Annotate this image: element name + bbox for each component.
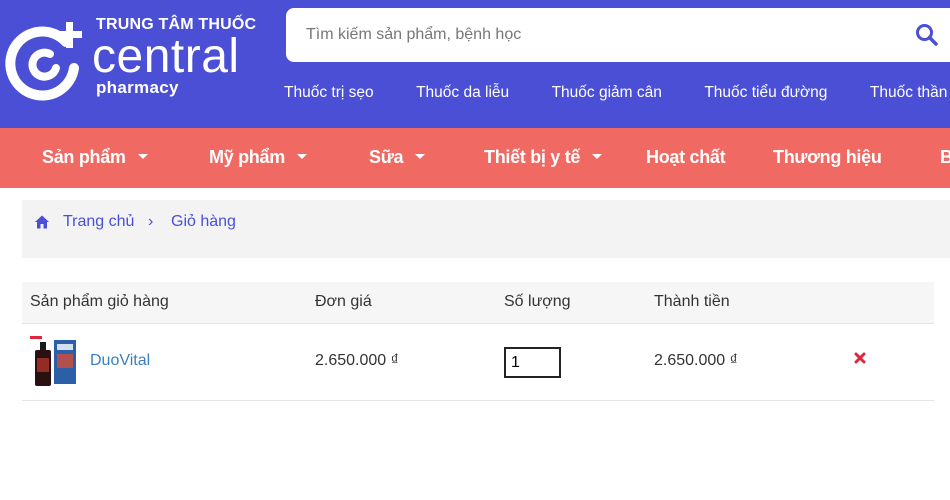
quick-link-giam-can[interactable]: Thuốc giảm cân [552, 84, 662, 102]
quick-links: Thuốc trị sẹo Thuốc da liễu Thuốc giảm c… [284, 84, 950, 106]
breadcrumb-separator: › [148, 213, 154, 230]
header-quantity: Số lượng [504, 293, 571, 310]
cart-table-header: Sản phẩm giỏ hàng Đơn giá Số lượng Thành… [22, 282, 934, 324]
quick-link-tri-seo[interactable]: Thuốc trị sẹo [284, 84, 374, 102]
nav-item-thuong-hieu[interactable]: Thương hiệu [773, 147, 882, 168]
product-name-link[interactable]: DuoVital [90, 352, 150, 370]
chevron-down-icon [415, 153, 426, 159]
quick-link-da-lieu[interactable]: Thuốc da liễu [416, 84, 509, 102]
nav-item-benh[interactable]: Bệnh [940, 147, 950, 168]
cart-table: Sản phẩm giỏ hàng Đơn giá Số lượng Thành… [22, 282, 934, 401]
breadcrumb: Trang chủ › Giỏ hàng [22, 200, 950, 258]
nav-item-thiet-bi-y-te[interactable]: Thiết bị y tế [484, 147, 603, 168]
breadcrumb-home-link[interactable]: Trang chủ [63, 213, 134, 231]
nav-item-sua[interactable]: Sữa [369, 147, 426, 168]
chevron-down-icon [137, 153, 148, 159]
main-nav: Sản phẩm Mỹ phẩm Sữa Thiết bị y tế Hoạt … [0, 128, 950, 188]
remove-icon[interactable] [854, 352, 866, 364]
nav-item-label: Mỹ phẩm [209, 147, 285, 167]
nav-item-san-pham[interactable]: Sản phẩm [42, 147, 148, 168]
search-input[interactable] [306, 22, 896, 48]
header-product: Sản phẩm giỏ hàng [30, 293, 169, 310]
unit-price: 2.650.000 ₫ [315, 352, 399, 369]
table-row: DuoVital 2.650.000 ₫ 2.650.000 ₫ [22, 324, 934, 401]
central-logo-icon [5, 22, 82, 101]
search-bar [286, 8, 950, 62]
breadcrumb-current-link[interactable]: Giỏ hàng [171, 213, 236, 231]
header-unit-price: Đơn giá [315, 293, 372, 310]
nav-item-label: Bệnh [940, 147, 950, 167]
line-total: 2.650.000 ₫ [654, 352, 738, 369]
nav-item-label: Sản phẩm [42, 147, 126, 167]
home-icon[interactable] [34, 214, 50, 230]
brand-sub-text: pharmacy [96, 78, 179, 97]
chevron-down-icon [592, 153, 603, 159]
header-total: Thành tiền [654, 293, 730, 310]
brand-logo[interactable]: TRUNG TÂM THUỐC central pharmacy [4, 12, 256, 112]
chevron-down-icon [296, 153, 307, 159]
nav-item-label: Hoạt chất [646, 147, 726, 167]
nav-item-label: Sữa [369, 147, 404, 167]
brand-name: central [92, 30, 240, 83]
nav-item-label: Thiết bị y tế [484, 147, 581, 167]
quantity-input[interactable] [504, 347, 561, 378]
nav-item-label: Thương hiệu [773, 147, 882, 167]
nav-item-hoat-chat[interactable]: Hoạt chất [646, 147, 726, 168]
quick-link-than-kinh[interactable]: Thuốc thần kinh [870, 84, 950, 102]
quick-link-tieu-duong[interactable]: Thuốc tiểu đường [704, 84, 827, 102]
nav-item-my-pham[interactable]: Mỹ phẩm [209, 147, 307, 168]
product-image[interactable] [30, 336, 78, 388]
site-header: TRUNG TÂM THUỐC central pharmacy Thuốc t… [0, 0, 950, 128]
search-icon[interactable] [914, 22, 940, 48]
